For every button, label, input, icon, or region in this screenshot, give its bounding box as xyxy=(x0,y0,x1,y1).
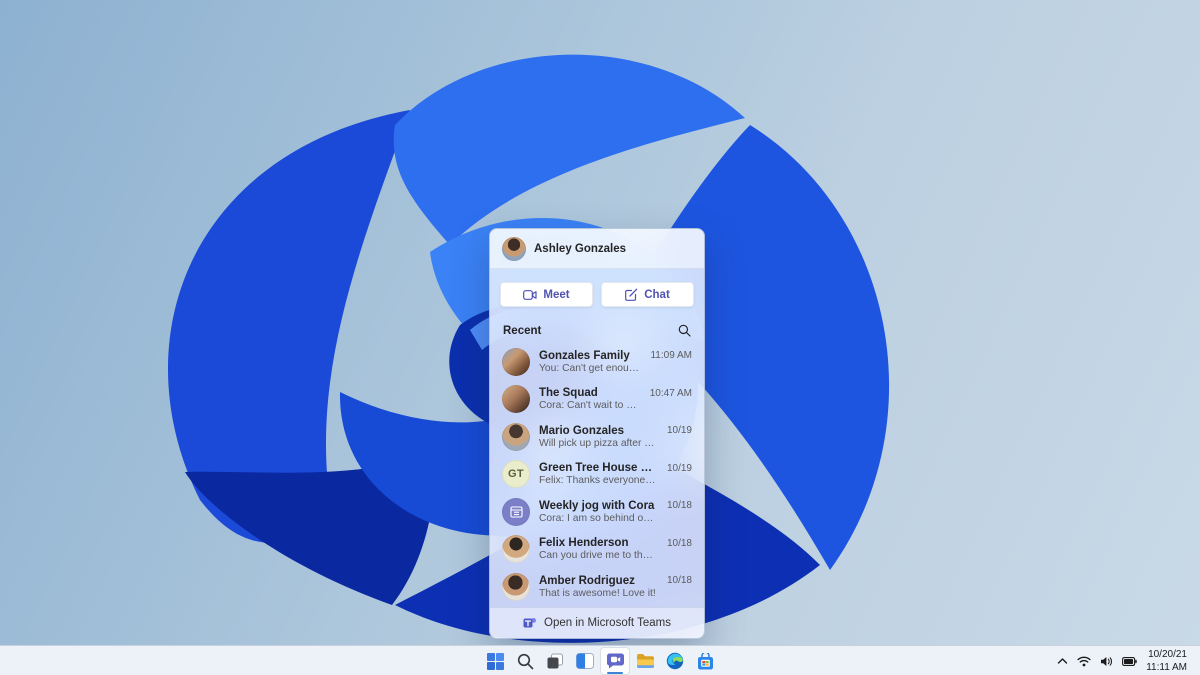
conversation-preview: You: Can't get enough of her. xyxy=(539,362,641,374)
conversation-time: 10/18 xyxy=(666,537,692,549)
taskbar-center-icons xyxy=(480,646,720,675)
conversation-avatar-initials: GT xyxy=(502,460,530,489)
conversation-avatar xyxy=(502,385,530,414)
search-icon[interactable] xyxy=(678,324,691,337)
meet-button[interactable]: Meet xyxy=(500,282,593,307)
volume-status[interactable] xyxy=(1100,656,1113,667)
conversation-avatar xyxy=(502,572,530,601)
battery-icon xyxy=(1122,656,1137,666)
conversation-avatar xyxy=(502,497,530,526)
conversation-preview: Cora: I am so behind on my step goals. xyxy=(539,512,658,524)
recent-header: Recent xyxy=(490,316,704,341)
volume-icon xyxy=(1101,656,1113,666)
conversation-time: 10:47 AM xyxy=(649,387,692,399)
avatar-initials: GT xyxy=(508,468,524,481)
taskbar: 10/20/21 11:11 AM xyxy=(0,645,1200,675)
action-buttons: Meet Chat xyxy=(490,269,704,316)
open-in-teams-link[interactable]: Open in Microsoft Teams xyxy=(490,607,704,638)
conversation-preview: Felix: Thanks everyone for attending tod… xyxy=(539,475,658,487)
conversation-row[interactable]: Mario Gonzales Will pick up pizza after … xyxy=(490,418,704,456)
battery-status[interactable] xyxy=(1122,656,1137,666)
system-tray: 10/20/21 11:11 AM xyxy=(1057,646,1200,675)
recent-label: Recent xyxy=(503,324,542,337)
conversation-row[interactable]: The Squad Cora: Can't wait to see everyo… xyxy=(490,381,704,419)
chat-button-label: Chat xyxy=(644,288,670,301)
conversation-row[interactable]: GT Green Tree House PTA Felix: Thanks ev… xyxy=(490,456,704,494)
conversation-name: Gonzales Family xyxy=(539,349,630,362)
conversation-name: Mario Gonzales xyxy=(539,424,624,437)
search-button[interactable] xyxy=(510,647,540,675)
conversation-time: 11:09 AM xyxy=(650,350,692,361)
open-in-teams-label: Open in Microsoft Teams xyxy=(544,617,671,629)
user-avatar[interactable] xyxy=(502,236,526,261)
store-button[interactable] xyxy=(690,647,720,675)
wifi-icon xyxy=(1077,656,1091,666)
teams-chat-button[interactable] xyxy=(600,647,630,675)
show-hidden-icons-button[interactable] xyxy=(1057,657,1068,665)
conversation-preview: That is awesome! Love it! xyxy=(539,587,656,599)
edge-button[interactable] xyxy=(660,647,690,675)
conversation-avatar xyxy=(502,535,530,564)
conversation-row[interactable]: Gonzales Family You: Can't get enough of… xyxy=(490,343,704,381)
file-explorer-icon xyxy=(636,654,654,668)
chevron-up-icon xyxy=(1058,658,1068,664)
compose-icon xyxy=(625,288,638,301)
widgets-icon xyxy=(576,653,594,669)
taskbar-clock[interactable]: 10/20/21 11:11 AM xyxy=(1146,648,1187,674)
network-status[interactable] xyxy=(1077,656,1091,667)
conversation-time: 10/19 xyxy=(666,425,692,436)
windows-start-icon xyxy=(486,652,504,670)
video-camera-icon xyxy=(523,289,537,300)
desktop: Ashley Gonzales Meet Chat Recent Gonzale… xyxy=(0,0,1200,675)
teams-chat-icon xyxy=(606,653,624,669)
conversation-name: The Squad xyxy=(539,387,598,400)
search-icon xyxy=(517,653,533,669)
conversation-preview: Can you drive me to the PTA today? xyxy=(539,550,658,562)
conversation-row[interactable]: Amber Rodriguez That is awesome! Love it… xyxy=(490,568,704,606)
conversation-name: Felix Henderson xyxy=(539,537,629,550)
conversation-name: Weekly jog with Cora xyxy=(539,499,655,512)
widgets-button[interactable] xyxy=(570,647,600,675)
task-view-button[interactable] xyxy=(540,647,570,675)
conversation-list: Gonzales Family You: Can't get enough of… xyxy=(490,341,704,607)
microsoft-store-icon xyxy=(697,652,713,669)
conversation-time: 10/18 xyxy=(666,575,692,586)
conversation-time: 10/19 xyxy=(666,462,692,474)
conversation-name: Green Tree House PTA xyxy=(539,462,658,475)
teams-chat-flyout: Ashley Gonzales Meet Chat Recent Gonzale… xyxy=(489,228,705,639)
conversation-name: Amber Rodriguez xyxy=(539,574,635,587)
conversation-avatar xyxy=(502,347,530,376)
start-button[interactable] xyxy=(480,647,510,675)
task-view-icon xyxy=(547,653,563,669)
flyout-header: Ashley Gonzales xyxy=(490,229,704,269)
clock-time: 11:11 AM xyxy=(1146,662,1187,673)
conversation-avatar xyxy=(502,422,530,451)
active-app-indicator xyxy=(607,671,623,674)
conversation-row[interactable]: Weekly jog with Cora Cora: I am so behin… xyxy=(490,493,704,531)
conversation-preview: Will pick up pizza after my practice. xyxy=(539,437,658,449)
user-name: Ashley Gonzales xyxy=(534,242,627,255)
file-explorer-button[interactable] xyxy=(630,647,660,675)
conversation-time: 10/18 xyxy=(666,500,692,511)
meet-button-label: Meet xyxy=(543,288,570,301)
microsoft-edge-icon xyxy=(666,652,684,670)
clock-date: 10/20/21 xyxy=(1148,649,1187,660)
conversation-preview: Cora: Can't wait to see everyone! xyxy=(539,400,641,412)
calendar-icon xyxy=(509,506,523,518)
teams-logo-icon xyxy=(523,618,536,628)
conversation-row[interactable]: Felix Henderson Can you drive me to the … xyxy=(490,531,704,569)
chat-button[interactable]: Chat xyxy=(601,282,694,307)
